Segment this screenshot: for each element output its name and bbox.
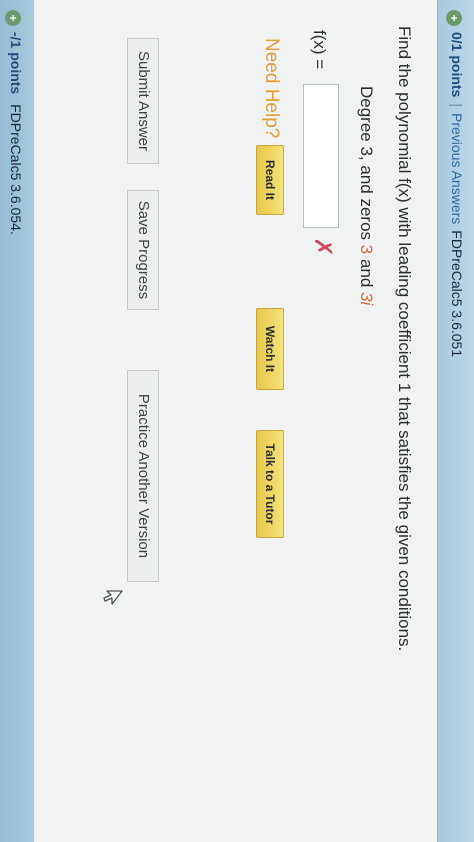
question-card: +0/1 points | Previous Answers FDPreCalc5 3… xyxy=(33,0,474,842)
submit-answer-button[interactable]: Submit Answer xyxy=(127,38,159,164)
next-problem-code: FDPreCalc5 3.6.054. xyxy=(8,104,24,235)
pointer-cursor-icon xyxy=(103,590,123,605)
problem-code: FDPreCalc5 3.6.051 xyxy=(449,230,465,358)
talk-to-tutor-button[interactable]: Talk to a Tutor xyxy=(256,430,284,538)
header-line: +0/1 points | Previous Answers FDPreCalc5 3… xyxy=(446,10,465,357)
zero-value-1: 3 xyxy=(357,244,376,255)
page-rotated-view: +0/1 points | Previous Answers FDPreCalc5 3… xyxy=(0,0,474,842)
plus-circle-icon[interactable]: + xyxy=(5,10,21,26)
answer-label: f(x) = xyxy=(310,30,329,70)
question-header: +0/1 points | Previous Answers FDPreCalc5 3… xyxy=(437,0,474,842)
need-help-label: Need Help? xyxy=(261,38,282,139)
save-progress-button[interactable]: Save Progress xyxy=(127,190,159,310)
previous-answers-link[interactable]: Previous Answers xyxy=(449,113,465,224)
next-question-header: + -/1 points FDPreCalc5 3.6.054. xyxy=(0,0,34,842)
question-conditions: Degree 3, and zeros 3 and 3i xyxy=(356,86,376,305)
header-separator: | xyxy=(449,103,465,107)
practice-another-version-button[interactable]: Practice Another Version xyxy=(127,370,159,582)
read-it-button[interactable]: Read It xyxy=(256,145,284,215)
next-points-label: -/1 points xyxy=(8,32,24,95)
next-header-line: + -/1 points FDPreCalc5 3.6.054. xyxy=(5,10,24,235)
and-word: and xyxy=(357,258,376,288)
plus-circle-icon[interactable]: + xyxy=(446,10,462,26)
x-mark-icon: ✗ xyxy=(309,237,336,258)
answer-input[interactable] xyxy=(303,84,339,228)
points-label: 0/1 points xyxy=(449,32,465,98)
condition-prefix: Degree 3, and zeros xyxy=(357,86,376,241)
watch-it-button[interactable]: Watch It xyxy=(256,308,284,390)
question-prompt: Find the polynomial f(x) with leading co… xyxy=(395,26,414,652)
zero-value-2: 3i xyxy=(357,292,376,306)
